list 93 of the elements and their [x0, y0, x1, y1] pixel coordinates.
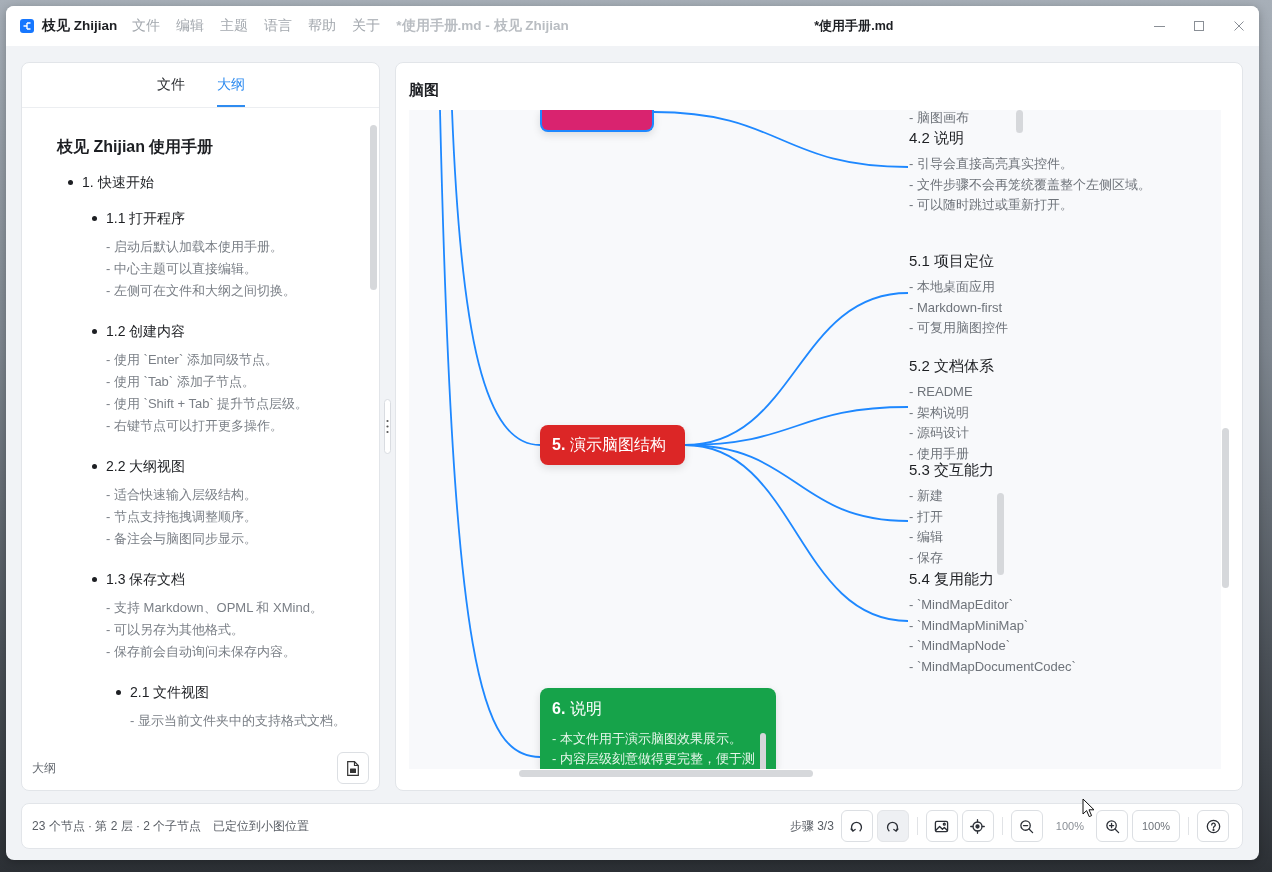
- topic-note: - 使用手册: [909, 444, 969, 462]
- outline-note: - 保存前会自动询问未保存内容。: [106, 643, 296, 661]
- outline-title: 枝见 Zhijian 使用手册: [57, 137, 214, 157]
- topic-title[interactable]: 5.2 文档体系: [909, 356, 995, 376]
- node-title: 5. 演示脑图结构: [552, 435, 666, 455]
- bullet-icon: [68, 179, 73, 185]
- outline-note: - 可以另存为其他格式。: [106, 621, 244, 639]
- topic-note: - 文件步骤不会再笼统覆盖整个左侧区域。: [909, 175, 1151, 194]
- sidebar-tab[interactable]: 文件: [156, 63, 185, 107]
- app-logo-icon: [20, 19, 34, 33]
- topic-note: - 本地桌面应用: [909, 278, 995, 296]
- topic-note: - README: [909, 383, 973, 401]
- zoom-in-icon: [1104, 818, 1120, 834]
- outline-item[interactable]: 1. 快速开始: [82, 171, 154, 193]
- outline-note: - 使用 `Shift + Tab` 提升节点层级。: [106, 395, 309, 413]
- status-message: 已定位到小图位置: [213, 817, 310, 835]
- drag-handle-icon[interactable]: [384, 399, 391, 454]
- outline-note: - 支持 Markdown、OPML 和 XMind。: [106, 599, 323, 617]
- maximize-icon: [1194, 21, 1204, 31]
- help-icon: [1205, 818, 1221, 834]
- topic-title[interactable]: 5.1 项目定位: [909, 251, 995, 271]
- scrollbar-thumb[interactable]: [519, 770, 813, 777]
- topic-note: - 可以随时跳过或重新打开。: [909, 196, 1073, 214]
- outline-item[interactable]: 1.3 保存文档: [106, 568, 186, 590]
- topic-note: - 脑图画布: [909, 110, 969, 127]
- locate-button[interactable]: [961, 810, 994, 842]
- sidebar-tab[interactable]: 大纲: [216, 63, 245, 107]
- zoom-in-button[interactable]: [1096, 810, 1128, 842]
- topic-note: - 打开: [909, 507, 943, 526]
- step-counter: 步骤 3/3: [789, 817, 834, 835]
- topic-title[interactable]: 4.2 说明: [909, 128, 965, 148]
- panel-title: 脑图: [409, 81, 439, 98]
- outline-note: - 使用 `Tab` 添加子节点。: [106, 373, 255, 391]
- file-icon: [347, 760, 359, 776]
- zoom-level: 100%: [1055, 820, 1084, 832]
- topic-note: - Markdown-first: [909, 298, 1003, 317]
- topic-note: - `MindMapNode`: [909, 637, 1011, 655]
- outline-item[interactable]: 2.1 文件视图: [130, 681, 210, 703]
- outline-note: - 使用 `Enter` 添加同级节点。: [106, 351, 278, 369]
- outline-note: - 启动后默认加载本使用手册。: [106, 238, 283, 256]
- topic-note: - `MindMapMiniMap`: [909, 616, 1029, 635]
- outline-note: - 右键节点可以打开更多操作。: [106, 417, 283, 435]
- app-name: 枝见 Zhijian: [42, 17, 118, 35]
- markdown-file-button[interactable]: [337, 752, 369, 784]
- outline-note: - 左侧可在文件和大纲之间切换。: [106, 282, 296, 300]
- scrollbar-thumb[interactable]: [997, 493, 1004, 575]
- zoom-reset-button[interactable]: 100%: [1132, 810, 1180, 842]
- outline-note: - 中心主题可以直接编辑。: [106, 260, 257, 278]
- outline-note: - 节点支持拖拽调整顺序。: [106, 508, 257, 526]
- image-button[interactable]: [925, 810, 958, 842]
- window-title: *使用手册.md: [814, 17, 894, 35]
- bullet-icon: [116, 689, 121, 695]
- bullet-icon: [92, 215, 97, 221]
- outline-note: - 备注会与脑图同步显示。: [106, 530, 257, 548]
- topic-title[interactable]: 5.3 交互能力: [909, 460, 995, 480]
- topic-note: - 架构说明: [909, 403, 969, 422]
- mindmap-node[interactable]: 5. 演示脑图结构: [540, 425, 685, 465]
- image-icon: [934, 818, 950, 834]
- outline-item[interactable]: 1.2 创建内容: [106, 320, 186, 342]
- node-title: 6. 说明: [552, 699, 602, 719]
- bullet-icon: [92, 328, 97, 334]
- zoom-out-button[interactable]: [1010, 810, 1043, 842]
- topic-note: - 新建: [909, 487, 943, 505]
- topic-title[interactable]: 5.4 复用能力: [909, 569, 995, 589]
- bullet-icon: [92, 576, 97, 582]
- topic-note: - 源码设计: [909, 424, 969, 442]
- scrollbar-thumb[interactable]: [370, 125, 377, 290]
- topic-note: - 可复用脑图控件: [909, 319, 1008, 337]
- bullet-icon: [92, 463, 97, 469]
- node-note: - 本文件用于演示脑图效果展示。: [552, 730, 742, 748]
- topic-note: - 保存: [909, 548, 943, 567]
- help-button[interactable]: [1197, 810, 1229, 842]
- document-title: *使用手册.md - 枝见 Zhijian: [396, 17, 569, 35]
- view-label: 大纲: [32, 759, 56, 777]
- zoom-out-icon: [1019, 818, 1035, 834]
- status-info: 23 个节点 · 第 2 层 · 2 个子节点: [32, 817, 202, 835]
- outline-item[interactable]: 2.2 大纲视图: [106, 455, 186, 477]
- topic-note: - `MindMapDocumentCodec`: [909, 657, 1076, 676]
- close-icon: [1234, 21, 1244, 31]
- outline-note: - 显示当前文件夹中的支持格式文档。: [130, 712, 346, 730]
- crosshair-icon: [970, 818, 986, 834]
- outline-item[interactable]: 1.1 打开程序: [106, 207, 186, 229]
- mindmap-node[interactable]: [540, 110, 654, 132]
- scrollbar-thumb[interactable]: [1222, 428, 1229, 588]
- topic-note: - `MindMapEditor`: [909, 596, 1014, 614]
- topic-note: - 引导会直接高亮真实控件。: [909, 155, 1073, 173]
- topic-note: - 编辑: [909, 528, 943, 546]
- scrollbar-thumb[interactable]: [1016, 110, 1023, 133]
- node-note: - 内容层级刻意做得更完整，便于测: [552, 750, 755, 768]
- undo-button[interactable]: [840, 810, 873, 842]
- minimize-icon: [1153, 25, 1165, 27]
- outline-note: - 适合快速输入层级结构。: [106, 486, 257, 504]
- scrollbar-thumb[interactable]: [760, 733, 766, 769]
